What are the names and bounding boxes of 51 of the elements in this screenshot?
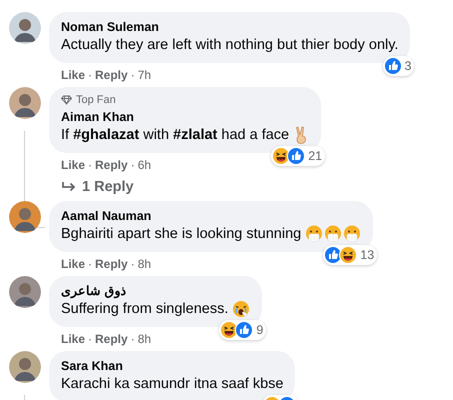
timestamp: 6h	[138, 158, 152, 172]
separator-dot: ·	[88, 332, 92, 346]
like-reaction-icon	[287, 147, 306, 165]
author-name[interactable]: Aamal Nauman	[61, 208, 362, 224]
reply-link[interactable]: Reply	[95, 68, 128, 82]
face-hand-over-mouth-icon	[343, 225, 362, 243]
author-name[interactable]: Aiman Khan	[61, 109, 310, 125]
like-link[interactable]: Like	[61, 158, 86, 172]
avatar-icon[interactable]	[9, 12, 41, 44]
comment-text: Karachi ka samundr itna saaf kbse	[61, 375, 284, 394]
reactions-badge[interactable]: 9	[219, 320, 266, 340]
like-link[interactable]: Like	[61, 257, 86, 271]
separator-dot: ·	[130, 257, 135, 271]
timestamp: 8h	[138, 332, 152, 346]
reply-link[interactable]: Reply	[95, 332, 128, 346]
reply-link[interactable]: Reply	[95, 158, 128, 172]
reactions-badge[interactable]: 3	[382, 56, 414, 76]
author-name[interactable]: Sara Khan	[61, 358, 284, 374]
reply-link[interactable]: Reply	[95, 257, 128, 271]
diamond-icon	[61, 95, 72, 105]
author-name[interactable]: Noman Suleman	[61, 19, 398, 35]
comment-text: Suffering from singleness.	[61, 300, 228, 319]
view-replies-link[interactable]: 1 Reply	[49, 177, 134, 195]
comment-text: If #ghalazat with #zlalat had a face	[61, 126, 290, 145]
top-fan-label: Top Fan	[76, 94, 116, 106]
avatar-icon[interactable]	[9, 201, 41, 233]
face-hand-over-mouth-icon	[305, 225, 324, 243]
like-link[interactable]: Like	[61, 68, 86, 82]
comment-text: Actually they are left with nothing but thier body only.	[61, 36, 398, 55]
comment-text: Bghairiti apart she is looking stunning	[61, 225, 302, 244]
face-hand-over-mouth-icon	[324, 225, 342, 243]
avatar-icon[interactable]	[9, 87, 41, 119]
separator-dot: ·	[130, 68, 135, 82]
separator-dot: ·	[88, 68, 92, 82]
like-reaction-icon	[235, 321, 254, 339]
avatar-icon[interactable]	[9, 351, 41, 383]
separator-dot: ·	[130, 332, 135, 346]
separator-dot: ·	[88, 257, 92, 271]
laughing-face-icon	[339, 246, 358, 264]
reactions-badge[interactable]: 13	[323, 245, 378, 265]
reactions-badge[interactable]: 21	[271, 146, 326, 166]
avatar-icon[interactable]	[9, 276, 41, 308]
author-name[interactable]: ذوق شاعری	[61, 283, 250, 299]
reply-arrow-icon	[62, 181, 76, 193]
separator-dot: ·	[88, 158, 92, 172]
like-reaction-icon	[384, 57, 402, 75]
timestamp: 8h	[138, 257, 152, 271]
crying-face-icon	[232, 300, 250, 318]
separator-dot: ·	[130, 158, 135, 172]
like-link[interactable]: Like	[61, 332, 86, 346]
timestamp: 7h	[138, 68, 152, 82]
